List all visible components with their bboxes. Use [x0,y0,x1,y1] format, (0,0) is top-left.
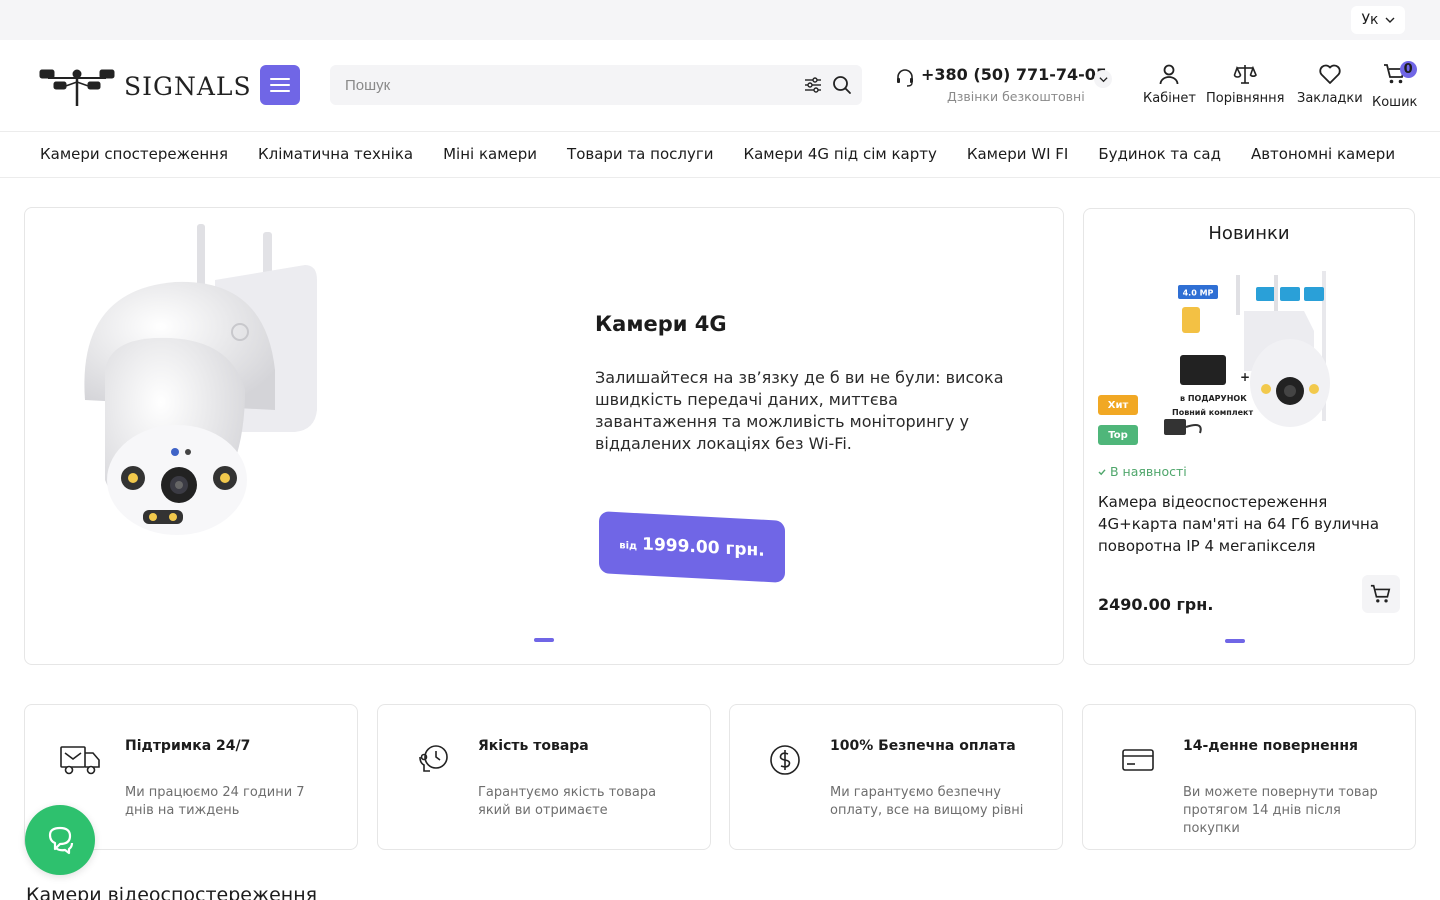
nav-item-mini-cameras[interactable]: Міні камери [443,145,537,163]
price-prefix: від [619,539,638,552]
chevron-down-icon [1098,76,1108,82]
badge-top: Top [1098,425,1138,445]
feature-title: Якість товара [478,738,589,754]
hero-slider-dots [534,638,554,642]
language-selector[interactable]: Ук [1351,6,1405,34]
logo-cameras-icon [39,69,115,106]
phone-dropdown-button[interactable] [1094,70,1112,88]
card-icon [1122,749,1154,771]
headset-icon [897,69,913,87]
search-input[interactable] [330,65,770,105]
compare-button[interactable]: Порівняння [1206,62,1284,106]
slider-dot-active[interactable] [534,638,554,642]
chevron-down-icon [1385,17,1394,23]
hero-price: 1999.00 грн. [642,534,765,561]
account-button[interactable]: Кабінет [1143,62,1196,106]
feature-text: Ми гарантуємо безпечну оплату, все на ви… [830,785,1024,818]
feature-title: 100% Безпечна оплата [830,738,1016,754]
header: SIGNALS +380 (50) 771-74-05 Дзвінки безк… [0,40,1440,132]
chat-bubble-icon [48,826,74,855]
feature-title: Підтримка 24/7 [125,738,251,754]
nav-item-climate[interactable]: Кліматична техніка [258,145,413,163]
logo-text: SIGNALS [124,71,252,101]
feature-text: Гарантуємо якість товара який ви отримає… [478,785,657,818]
new-products-block: Новинки 4.0 MP + в ПОДАРУНОК Повний комп… [1083,208,1415,665]
cart-icon-wrap: 0 [1383,61,1417,90]
language-label: Ук [1361,12,1379,28]
search-icon[interactable] [832,75,852,95]
product-name[interactable]: Камера відеоспостереження 4G+карта пам'я… [1098,491,1388,557]
quality-clock-icon [419,745,448,772]
truck-icon [60,746,100,775]
new-products-dots [1225,639,1245,643]
phone-number[interactable]: +380 (50) 771-74-05 [921,65,1107,84]
section-title: Камери відеоспостереження [26,884,318,900]
catalog-menu-button[interactable] [260,65,300,105]
hero-price-button[interactable]: від 1999.00 грн. [599,511,785,583]
cart-icon [1370,584,1391,603]
nav-item-autonomous-cameras[interactable]: Автономні камери [1251,145,1395,163]
feature-title: 14-денне повернення [1183,738,1358,754]
camera-product-image [84,224,317,535]
badge-hit: Хит [1098,395,1138,415]
hero-title: Камери 4G [595,312,727,336]
nav-item-home-garden[interactable]: Будинок та сад [1098,145,1221,163]
nav-item-cameras[interactable]: Камери спостереження [40,145,228,163]
account-label: Кабінет [1143,91,1196,106]
cart-label: Кошик [1372,95,1418,110]
cart-count-badge: 0 [1399,61,1417,78]
check-icon [1098,468,1106,475]
feature-card-payment: 100% Безпечна оплата Ми гарантуємо безпе… [729,704,1063,850]
image-kit-label: Повний комплект [1172,408,1253,417]
feature-card-quality: Якість товара Гарантуємо якість товара я… [377,704,711,850]
hero-description: Залишайтеся на зв’язку де б ви не були: … [595,368,1004,453]
hamburger-icon [270,78,290,92]
product-price: 2490.00 грн. [1098,595,1214,614]
wishlist-label: Закладки [1297,91,1363,106]
image-resolution-label: 4.0 MP [1183,289,1214,298]
hero-slider[interactable]: Камери 4G Залишайтеся на зв’язку де б ви… [24,207,1064,665]
feature-text: Ви можете повернути товар протягом 14 дн… [1183,785,1378,836]
nav-item-4g-cameras[interactable]: Камери 4G під сім карту [743,145,936,163]
main-nav: Камери спостереження Кліматична техніка … [0,132,1440,178]
filter-icon[interactable] [804,76,822,94]
new-products-title: Новинки [1208,223,1290,244]
wishlist-button[interactable]: Закладки [1297,62,1363,106]
logo[interactable]: SIGNALS [38,62,252,110]
new-product-image[interactable]: 4.0 MP + в ПОДАРУНОК Повний комплект [1164,271,1334,441]
scales-icon [1233,65,1258,84]
image-gift-label: в ПОДАРУНОК [1180,394,1247,403]
feature-card-returns: 14-денне повернення Ви можете повернути … [1082,704,1416,850]
slider-dot-active[interactable] [1225,639,1245,643]
nav-item-goods-services[interactable]: Товари та послуги [567,145,713,163]
chat-button[interactable] [25,805,95,875]
phone-note: Дзвінки безкоштовні [947,89,1085,104]
availability-status: В наявності [1098,464,1187,479]
user-icon [1160,64,1179,85]
feature-text: Ми працюємо 24 години 7 днів на тиждень [125,785,305,818]
cart-button[interactable]: 0 Кошик [1372,61,1418,110]
add-to-cart-button[interactable] [1362,575,1400,613]
svg-text:+: + [1240,370,1250,384]
top-bar: Ук [0,0,1440,40]
search-bar [330,65,862,105]
nav-item-wifi-cameras[interactable]: Камери WI FI [967,145,1069,163]
compare-label: Порівняння [1206,91,1285,106]
currency-icon [770,745,800,775]
availability-label: В наявності [1110,464,1187,479]
heart-icon [1319,64,1341,84]
